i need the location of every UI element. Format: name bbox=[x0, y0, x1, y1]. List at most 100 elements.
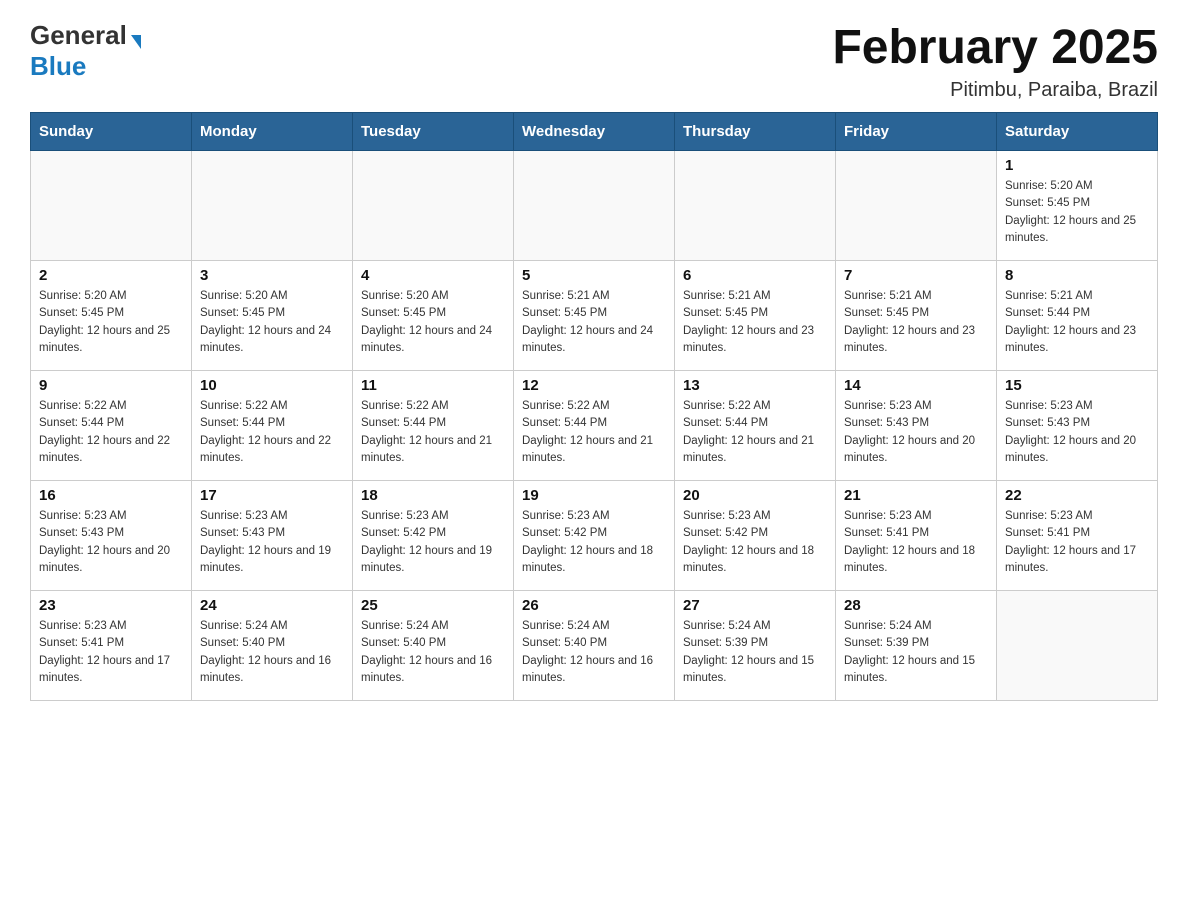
day-number: 19 bbox=[522, 487, 666, 504]
weekday-header-friday: Friday bbox=[836, 113, 997, 151]
calendar-cell: 19 Sunrise: 5:23 AMSunset: 5:42 PMDayligh… bbox=[514, 481, 675, 591]
calendar-week-row: 23 Sunrise: 5:23 AMSunset: 5:41 PMDayligh… bbox=[31, 591, 1158, 701]
day-number: 11 bbox=[361, 377, 505, 394]
weekday-header-sunday: Sunday bbox=[31, 113, 192, 151]
calendar-cell bbox=[997, 591, 1158, 701]
calendar-cell: 23 Sunrise: 5:23 AMSunset: 5:41 PMDayligh… bbox=[31, 591, 192, 701]
day-number: 14 bbox=[844, 377, 988, 394]
day-number: 28 bbox=[844, 597, 988, 614]
day-number: 21 bbox=[844, 487, 988, 504]
calendar-cell: 22 Sunrise: 5:23 AMSunset: 5:41 PMDayligh… bbox=[997, 481, 1158, 591]
day-info: Sunrise: 5:22 AMSunset: 5:44 PMDaylight:… bbox=[39, 398, 183, 467]
logo-blue-text: Blue bbox=[30, 51, 86, 82]
weekday-header-wednesday: Wednesday bbox=[514, 113, 675, 151]
logo-general-text: General bbox=[30, 20, 127, 51]
calendar-cell: 6 Sunrise: 5:21 AMSunset: 5:45 PMDaylight… bbox=[675, 261, 836, 371]
weekday-header-thursday: Thursday bbox=[675, 113, 836, 151]
day-info: Sunrise: 5:22 AMSunset: 5:44 PMDaylight:… bbox=[522, 398, 666, 467]
day-number: 15 bbox=[1005, 377, 1149, 394]
day-info: Sunrise: 5:22 AMSunset: 5:44 PMDaylight:… bbox=[361, 398, 505, 467]
calendar-week-row: 2 Sunrise: 5:20 AMSunset: 5:45 PMDaylight… bbox=[31, 261, 1158, 371]
calendar-cell: 7 Sunrise: 5:21 AMSunset: 5:45 PMDaylight… bbox=[836, 261, 997, 371]
weekday-header-row: SundayMondayTuesdayWednesdayThursdayFrid… bbox=[31, 113, 1158, 151]
day-number: 20 bbox=[683, 487, 827, 504]
logo-arrow-icon bbox=[131, 35, 141, 49]
day-number: 4 bbox=[361, 267, 505, 284]
calendar-cell: 24Sunrise: 5:24 AMSunset: 5:40 PMDayligh… bbox=[192, 591, 353, 701]
day-info: Sunrise: 5:24 AMSunset: 5:40 PMDaylight:… bbox=[522, 618, 666, 687]
title-block: February 2025 Pitimbu, Paraiba, Brazil bbox=[832, 20, 1158, 102]
page-header: General Blue February 2025 Pitimbu, Para… bbox=[30, 20, 1158, 102]
calendar-table: SundayMondayTuesdayWednesdayThursdayFrid… bbox=[30, 112, 1158, 701]
calendar-week-row: 16 Sunrise: 5:23 AMSunset: 5:43 PMDayligh… bbox=[31, 481, 1158, 591]
day-info: Sunrise: 5:24 AMSunset: 5:40 PMDaylight:… bbox=[200, 618, 344, 687]
calendar-cell: 10Sunrise: 5:22 AMSunset: 5:44 PMDayligh… bbox=[192, 371, 353, 481]
day-info: Sunrise: 5:21 AMSunset: 5:44 PMDaylight:… bbox=[1005, 288, 1149, 357]
day-info: Sunrise: 5:23 AMSunset: 5:41 PMDaylight:… bbox=[844, 508, 988, 577]
calendar-cell: 2 Sunrise: 5:20 AMSunset: 5:45 PMDaylight… bbox=[31, 261, 192, 371]
day-info: Sunrise: 5:20 AMSunset: 5:45 PMDaylight:… bbox=[1005, 178, 1149, 247]
day-number: 22 bbox=[1005, 487, 1149, 504]
logo: General Blue bbox=[30, 20, 141, 82]
calendar-cell: 12 Sunrise: 5:22 AMSunset: 5:44 PMDayligh… bbox=[514, 371, 675, 481]
day-info: Sunrise: 5:23 AMSunset: 5:41 PMDaylight:… bbox=[39, 618, 183, 687]
calendar-cell: 9 Sunrise: 5:22 AMSunset: 5:44 PMDaylight… bbox=[31, 371, 192, 481]
calendar-cell: 1 Sunrise: 5:20 AMSunset: 5:45 PMDaylight… bbox=[997, 151, 1158, 261]
calendar-cell: 27 Sunrise: 5:24 AMSunset: 5:39 PMDayligh… bbox=[675, 591, 836, 701]
day-info: Sunrise: 5:24 AMSunset: 5:39 PMDaylight:… bbox=[683, 618, 827, 687]
day-number: 18 bbox=[361, 487, 505, 504]
day-number: 23 bbox=[39, 597, 183, 614]
calendar-cell bbox=[514, 151, 675, 261]
calendar-cell: 14 Sunrise: 5:23 AMSunset: 5:43 PMDayligh… bbox=[836, 371, 997, 481]
day-info: Sunrise: 5:21 AMSunset: 5:45 PMDaylight:… bbox=[844, 288, 988, 357]
weekday-header-tuesday: Tuesday bbox=[353, 113, 514, 151]
day-info: Sunrise: 5:21 AMSunset: 5:45 PMDaylight:… bbox=[683, 288, 827, 357]
day-number: 2 bbox=[39, 267, 183, 284]
month-title: February 2025 bbox=[832, 20, 1158, 75]
calendar-cell: 26Sunrise: 5:24 AMSunset: 5:40 PMDayligh… bbox=[514, 591, 675, 701]
day-info: Sunrise: 5:23 AMSunset: 5:43 PMDaylight:… bbox=[1005, 398, 1149, 467]
calendar-cell: 16 Sunrise: 5:23 AMSunset: 5:43 PMDayligh… bbox=[31, 481, 192, 591]
day-info: Sunrise: 5:23 AMSunset: 5:43 PMDaylight:… bbox=[39, 508, 183, 577]
calendar-cell: 11 Sunrise: 5:22 AMSunset: 5:44 PMDayligh… bbox=[353, 371, 514, 481]
day-number: 6 bbox=[683, 267, 827, 284]
day-number: 10 bbox=[200, 377, 344, 394]
weekday-header-saturday: Saturday bbox=[997, 113, 1158, 151]
day-info: Sunrise: 5:23 AMSunset: 5:42 PMDaylight:… bbox=[522, 508, 666, 577]
calendar-cell: 20 Sunrise: 5:23 AMSunset: 5:42 PMDayligh… bbox=[675, 481, 836, 591]
day-number: 9 bbox=[39, 377, 183, 394]
calendar-cell bbox=[836, 151, 997, 261]
calendar-cell: 4 Sunrise: 5:20 AMSunset: 5:45 PMDaylight… bbox=[353, 261, 514, 371]
day-info: Sunrise: 5:22 AMSunset: 5:44 PMDaylight:… bbox=[683, 398, 827, 467]
day-info: Sunrise: 5:24 AMSunset: 5:39 PMDaylight:… bbox=[844, 618, 988, 687]
day-info: Sunrise: 5:21 AMSunset: 5:45 PMDaylight:… bbox=[522, 288, 666, 357]
calendar-cell: 13 Sunrise: 5:22 AMSunset: 5:44 PMDayligh… bbox=[675, 371, 836, 481]
calendar-cell bbox=[675, 151, 836, 261]
day-number: 7 bbox=[844, 267, 988, 284]
day-number: 27 bbox=[683, 597, 827, 614]
day-number: 1 bbox=[1005, 157, 1149, 174]
location-title: Pitimbu, Paraiba, Brazil bbox=[832, 79, 1158, 102]
day-info: Sunrise: 5:20 AMSunset: 5:45 PMDaylight:… bbox=[200, 288, 344, 357]
calendar-cell: 5Sunrise: 5:21 AMSunset: 5:45 PMDaylight… bbox=[514, 261, 675, 371]
day-number: 13 bbox=[683, 377, 827, 394]
calendar-cell: 17Sunrise: 5:23 AMSunset: 5:43 PMDayligh… bbox=[192, 481, 353, 591]
calendar-cell: 28 Sunrise: 5:24 AMSunset: 5:39 PMDayligh… bbox=[836, 591, 997, 701]
day-number: 16 bbox=[39, 487, 183, 504]
day-info: Sunrise: 5:23 AMSunset: 5:41 PMDaylight:… bbox=[1005, 508, 1149, 577]
calendar-week-row: 9 Sunrise: 5:22 AMSunset: 5:44 PMDaylight… bbox=[31, 371, 1158, 481]
day-info: Sunrise: 5:23 AMSunset: 5:43 PMDaylight:… bbox=[844, 398, 988, 467]
calendar-cell: 21 Sunrise: 5:23 AMSunset: 5:41 PMDayligh… bbox=[836, 481, 997, 591]
calendar-cell: 18Sunrise: 5:23 AMSunset: 5:42 PMDayligh… bbox=[353, 481, 514, 591]
calendar-cell: 3 Sunrise: 5:20 AMSunset: 5:45 PMDaylight… bbox=[192, 261, 353, 371]
weekday-header-monday: Monday bbox=[192, 113, 353, 151]
day-number: 8 bbox=[1005, 267, 1149, 284]
calendar-cell bbox=[192, 151, 353, 261]
day-info: Sunrise: 5:23 AMSunset: 5:42 PMDaylight:… bbox=[683, 508, 827, 577]
day-number: 12 bbox=[522, 377, 666, 394]
day-info: Sunrise: 5:20 AMSunset: 5:45 PMDaylight:… bbox=[39, 288, 183, 357]
day-info: Sunrise: 5:20 AMSunset: 5:45 PMDaylight:… bbox=[361, 288, 505, 357]
day-number: 25 bbox=[361, 597, 505, 614]
calendar-cell bbox=[31, 151, 192, 261]
day-number: 3 bbox=[200, 267, 344, 284]
